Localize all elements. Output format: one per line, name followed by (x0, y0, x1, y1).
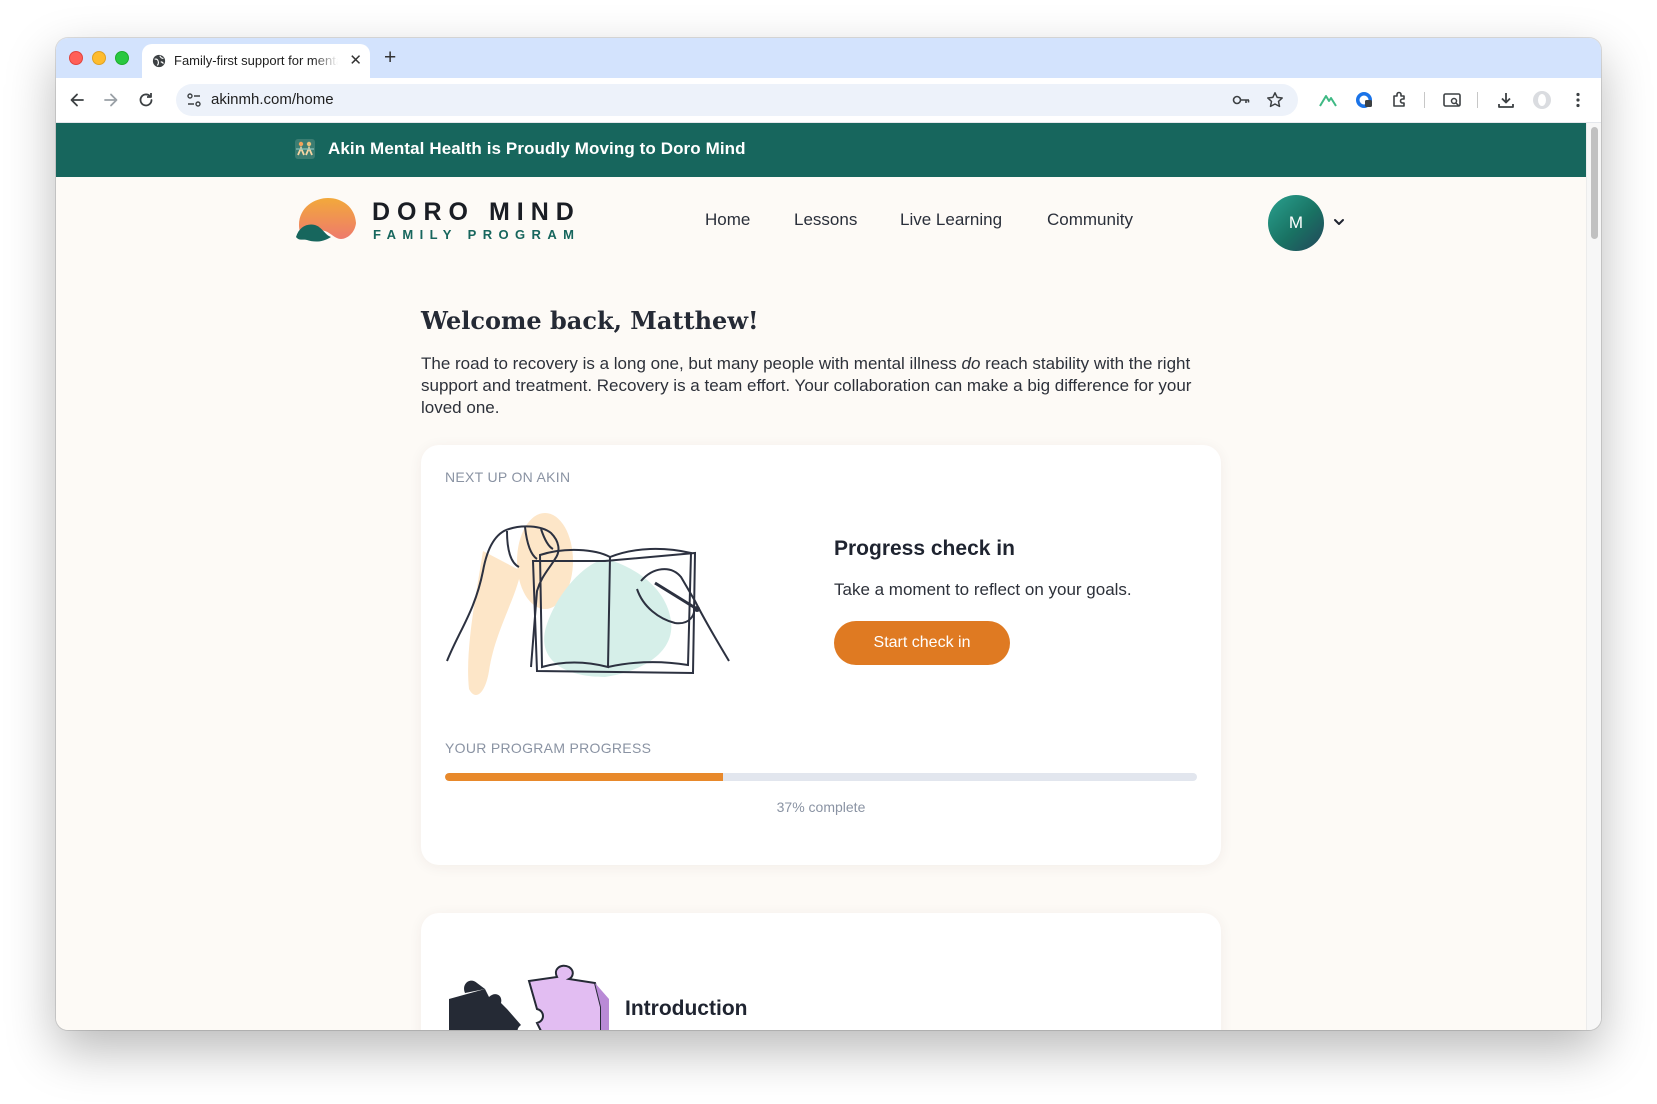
toolbar-separator (1477, 92, 1478, 108)
progress-percent-text: 37% complete (776, 799, 866, 815)
new-tab-button[interactable]: + (384, 46, 396, 70)
puzzle-pieces-icon (449, 964, 609, 1030)
minimize-window-button[interactable] (92, 51, 106, 65)
bookmark-star-icon[interactable] (1266, 91, 1284, 109)
close-tab-icon[interactable]: ✕ (349, 53, 362, 69)
progress-bar (445, 773, 1197, 781)
journal-writing-illustration (446, 513, 730, 695)
lesson-title: Introduction (625, 997, 748, 1020)
user-avatar[interactable]: M (1268, 195, 1324, 251)
banner-text: Akin Mental Health is Proudly Moving to … (328, 139, 746, 158)
progress-label: YOUR PROGRAM PROGRESS (445, 740, 652, 756)
more-menu-icon[interactable] (1568, 90, 1588, 110)
nav-home[interactable]: Home (705, 210, 750, 230)
tab-strip: Family-first support for mental health ✕… (56, 38, 1601, 78)
start-check-in-button[interactable]: Start check in (834, 621, 1010, 665)
download-icon[interactable] (1496, 90, 1516, 110)
next-up-card: NEXT UP ON AKIN Progress check in Take a… (421, 445, 1221, 865)
intro-paragraph: The road to recovery is a long one, but … (421, 353, 1231, 419)
next-up-label: NEXT UP ON AKIN (445, 469, 571, 485)
nav-lessons[interactable]: Lessons (794, 210, 857, 230)
extension-vue-icon[interactable] (1318, 90, 1338, 110)
close-window-button[interactable] (69, 51, 83, 65)
extensions-puzzle-icon[interactable] (1390, 90, 1410, 110)
intro-emphasis: do (961, 354, 981, 373)
url-text: akinmh.com/home (211, 91, 334, 108)
forward-arrow-icon[interactable] (101, 90, 121, 110)
scrollbar-thumb[interactable] (1591, 127, 1598, 239)
maximize-window-button[interactable] (115, 51, 129, 65)
moving-people-icon (295, 139, 315, 159)
extension-password-manager-icon[interactable] (1354, 90, 1374, 110)
globe-icon (152, 54, 166, 68)
toolbar-separator (1424, 92, 1425, 108)
doro-mind-logo[interactable] (295, 197, 359, 243)
browser-toolbar: akinmh.com/home (56, 78, 1601, 123)
page-scrollbar[interactable] (1586, 123, 1601, 1030)
site-settings-icon[interactable] (186, 92, 202, 108)
browser-tab[interactable]: Family-first support for mental health ✕ (142, 44, 370, 78)
tab-title: Family-first support for mental health (174, 53, 338, 68)
tab-search-icon[interactable] (1442, 90, 1462, 110)
lesson-card[interactable]: Introduction (421, 913, 1221, 1030)
site-header: DORO MIND FAMILY PROGRAM Home Lessons Li… (56, 177, 1586, 271)
chevron-down-icon[interactable] (1332, 215, 1346, 229)
intro-text: The road to recovery is a long one, but … (421, 354, 962, 373)
page-viewport: Akin Mental Health is Proudly Moving to … (56, 123, 1586, 1030)
next-up-title: Progress check in (834, 537, 1015, 560)
nav-live-learning[interactable]: Live Learning (900, 210, 1002, 230)
password-key-icon[interactable] (1232, 92, 1250, 108)
back-arrow-icon[interactable] (67, 90, 87, 110)
progress-bar-fill (445, 773, 724, 781)
next-up-description: Take a moment to reflect on your goals. (834, 580, 1132, 599)
nav-community[interactable]: Community (1047, 210, 1133, 230)
welcome-heading: Welcome back, Matthew! (421, 306, 759, 335)
reload-icon[interactable] (136, 90, 156, 110)
announcement-banner[interactable]: Akin Mental Health is Proudly Moving to … (56, 123, 1586, 177)
browser-window: Family-first support for mental health ✕… (56, 38, 1601, 1030)
profile-icon[interactable] (1532, 90, 1552, 110)
logo-wordmark: DORO MIND (372, 198, 581, 226)
address-bar[interactable]: akinmh.com/home (176, 84, 1298, 116)
logo-tagline: FAMILY PROGRAM (373, 227, 581, 242)
